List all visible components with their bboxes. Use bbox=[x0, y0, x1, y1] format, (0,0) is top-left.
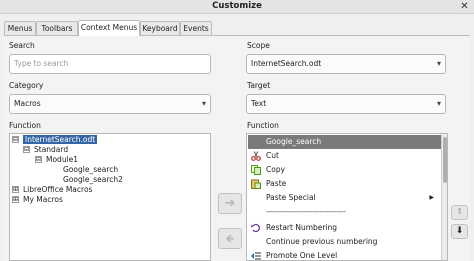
tree-item-label: Standard bbox=[34, 145, 69, 154]
arrow-left-icon: 🡸 bbox=[225, 232, 235, 245]
search-label: Search bbox=[9, 41, 35, 50]
tab-context-menus[interactable]: Context Menus bbox=[78, 20, 140, 36]
menu-entry-restart-numbering[interactable]: Restart Numbering bbox=[248, 221, 441, 235]
tree-item-label: InternetSearch.odt bbox=[23, 135, 98, 144]
promote-level-icon bbox=[251, 251, 261, 261]
submenu-arrow-icon: ▶ bbox=[429, 194, 434, 201]
separator-line: ------------------------------------ bbox=[266, 207, 346, 216]
collapse-icon[interactable]: ⊟ bbox=[35, 156, 42, 163]
menu-entry-separator[interactable]: ------------------------------------ bbox=[248, 205, 441, 219]
copy-icon bbox=[251, 165, 261, 175]
remove-from-menu-button[interactable]: 🡸 bbox=[218, 228, 242, 249]
tree-item-label: Google_search bbox=[63, 165, 119, 174]
target-select[interactable]: Text ▾ bbox=[246, 94, 446, 114]
tab-menus[interactable]: Menus bbox=[4, 21, 36, 35]
collapse-icon[interactable]: ⊟ bbox=[23, 146, 30, 153]
collapse-icon[interactable]: ⊟ bbox=[12, 136, 19, 143]
tab-keyboard[interactable]: Keyboard bbox=[140, 21, 180, 35]
tree-item-internetsearch[interactable]: ⊟ InternetSearch.odt bbox=[12, 135, 98, 145]
arrow-right-icon: ➜ bbox=[224, 196, 236, 211]
tab-toolbars[interactable]: Toolbars bbox=[36, 21, 78, 35]
menu-entry-continue-numbering[interactable]: Continue previous numbering bbox=[248, 235, 441, 249]
menu-entry-label: Restart Numbering bbox=[266, 223, 338, 232]
menu-entry-paste-special[interactable]: Paste Special ▶ bbox=[248, 191, 441, 205]
menu-entry-paste[interactable]: Paste bbox=[248, 177, 441, 191]
move-up-button[interactable]: ⬆ bbox=[451, 205, 468, 220]
tree-item-label: My Macros bbox=[23, 195, 63, 204]
expand-icon[interactable]: ⊞ bbox=[12, 186, 19, 193]
tree-item-label: Google_search2 bbox=[63, 175, 123, 184]
function-left-label: Function bbox=[9, 121, 41, 130]
menu-entry-label: Copy bbox=[266, 165, 286, 174]
tree-item-libreoffice-macros[interactable]: ⊞ LibreOffice Macros bbox=[12, 185, 92, 195]
function-tree[interactable]: ⊟ InternetSearch.odt ⊟ Standard ⊟ Module1 G… bbox=[9, 133, 211, 261]
menu-entry-copy[interactable]: Copy bbox=[248, 163, 441, 177]
title-bar: Customize ✕ bbox=[0, 0, 474, 14]
search-input[interactable]: Type to search bbox=[9, 54, 211, 74]
tree-item-google-search2[interactable]: Google_search2 bbox=[63, 175, 123, 185]
menu-entry-label: Continue previous numbering bbox=[266, 237, 378, 246]
tree-item-label: Module1 bbox=[46, 155, 79, 164]
tree-item-module1[interactable]: ⊟ Module1 bbox=[35, 155, 78, 165]
move-down-button[interactable]: ⬇ bbox=[451, 224, 468, 239]
restart-numbering-icon bbox=[251, 223, 261, 233]
category-label: Category bbox=[9, 81, 44, 90]
tree-item-my-macros[interactable]: ⊞ My Macros bbox=[12, 195, 63, 205]
scope-label: Scope bbox=[247, 41, 270, 50]
category-select[interactable]: Macros ▾ bbox=[9, 94, 211, 114]
function-right-label: Function bbox=[247, 121, 279, 130]
paste-icon bbox=[251, 179, 261, 189]
tab-events[interactable]: Events bbox=[180, 21, 212, 35]
category-value: Macros bbox=[14, 99, 41, 108]
scope-value: InternetSearch.odt bbox=[251, 59, 322, 68]
tree-item-label: LibreOffice Macros bbox=[23, 185, 93, 194]
scrollbar-thumb[interactable] bbox=[443, 137, 447, 183]
arrow-down-icon: ⬇ bbox=[455, 226, 464, 236]
menu-entry-label: Paste Special bbox=[266, 193, 316, 202]
arrow-up-icon: ⬆ bbox=[455, 207, 464, 217]
menu-entry-label: Paste bbox=[266, 179, 287, 188]
chevron-down-icon: ▾ bbox=[436, 99, 441, 108]
menu-entry-label: Google_search bbox=[266, 137, 322, 146]
menu-entry-promote-one-level[interactable]: Promote One Level bbox=[248, 249, 441, 261]
menu-entry-label: Promote One Level bbox=[266, 251, 338, 260]
chevron-down-icon: ▾ bbox=[436, 59, 441, 68]
target-label: Target bbox=[247, 81, 271, 90]
close-icon[interactable]: ✕ bbox=[459, 0, 470, 13]
window-title: Customize bbox=[212, 1, 262, 11]
menu-entries-list[interactable]: Google_search Cut Copy Paste Paste Speci… bbox=[246, 133, 448, 261]
expand-icon[interactable]: ⊞ bbox=[12, 196, 19, 203]
scope-select[interactable]: InternetSearch.odt ▾ bbox=[246, 54, 446, 74]
scissors-icon bbox=[251, 151, 261, 161]
tree-item-standard[interactable]: ⊟ Standard bbox=[23, 145, 68, 155]
menu-entry-cut[interactable]: Cut bbox=[248, 149, 441, 163]
tree-item-google-search[interactable]: Google_search bbox=[63, 165, 118, 175]
target-value: Text bbox=[251, 99, 267, 108]
menu-entry-google-search[interactable]: Google_search bbox=[248, 135, 441, 149]
add-to-menu-button[interactable]: ➜ bbox=[218, 193, 242, 214]
chevron-down-icon: ▾ bbox=[201, 99, 206, 108]
menu-entry-label: Cut bbox=[266, 151, 279, 160]
menu-entries-scrollbar[interactable] bbox=[441, 134, 447, 260]
